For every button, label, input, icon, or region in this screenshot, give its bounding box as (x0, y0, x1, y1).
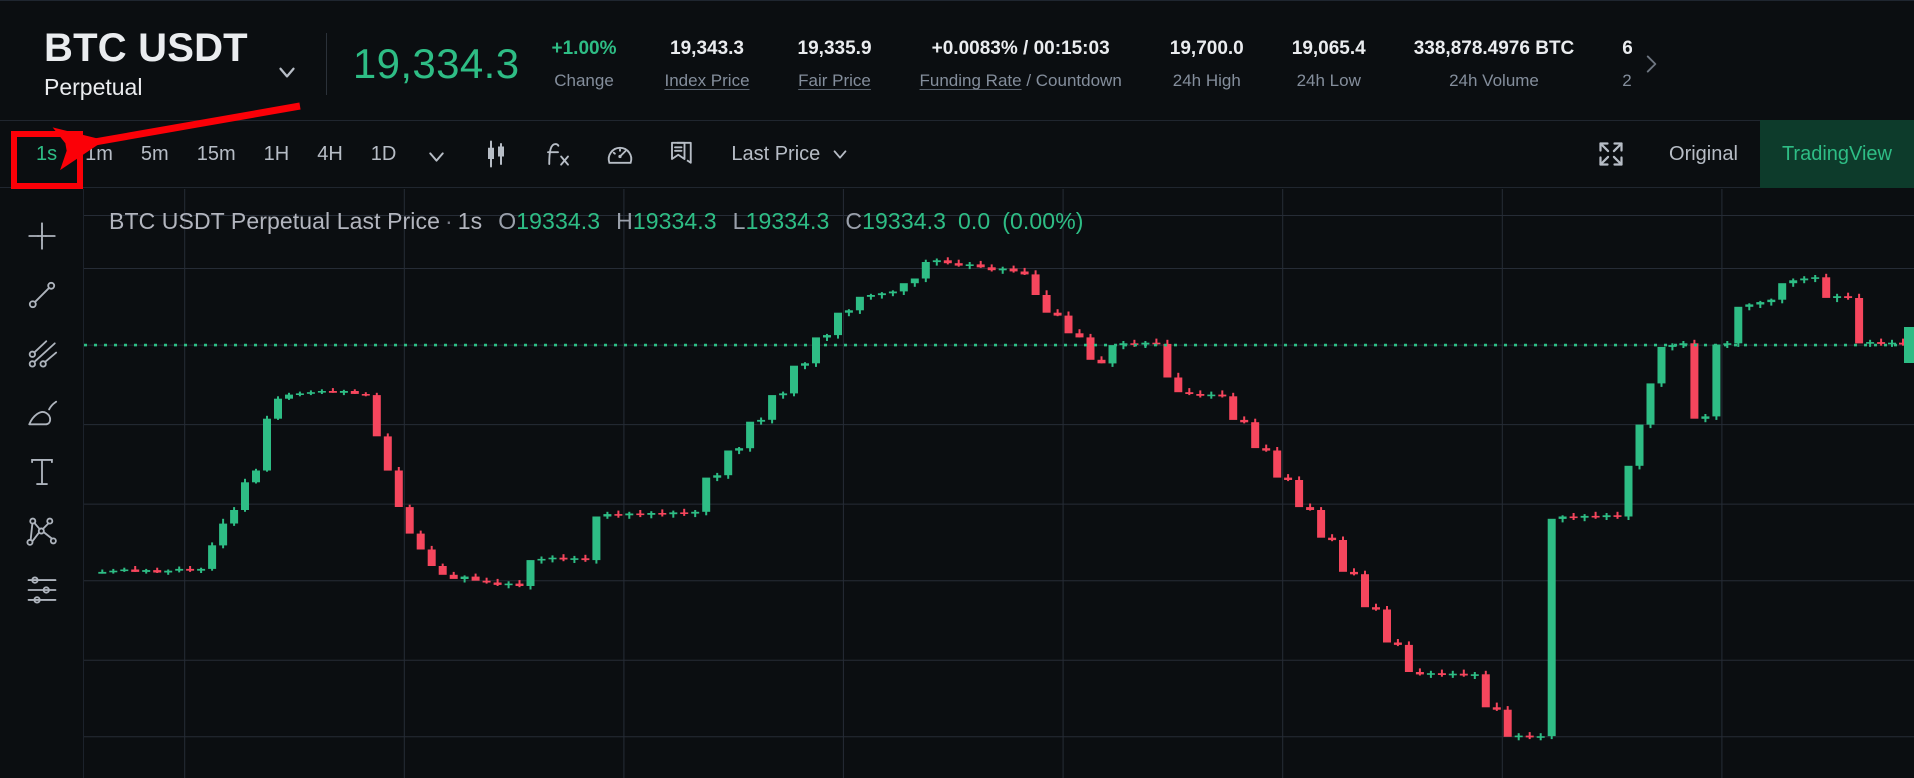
stat-24h-low: 19,065.4 24h Low (1268, 34, 1390, 95)
price-source-label: Last Price (731, 143, 820, 166)
drawing-toolbar (0, 189, 84, 778)
trend-line-tool-icon[interactable] (12, 266, 72, 324)
stat-label[interactable]: Fair Price (798, 67, 871, 94)
trading-chart-app: BTC USDT Perpetual 19,334.3 +1.00% Chang… (0, 0, 1914, 778)
stat-value: 338,878.4976 BTC (1414, 34, 1575, 63)
brush-tool-icon[interactable] (12, 384, 72, 442)
provider-tradingview-button[interactable]: TradingView (1760, 120, 1914, 188)
symbol-selector[interactable]: BTC USDT Perpetual (0, 8, 318, 120)
last-price: 19,334.3 (353, 40, 528, 88)
price-source-selector[interactable]: Last Price (713, 143, 863, 166)
stat-value: 19,343.3 (670, 34, 744, 63)
timeframe-list: 1s 1m 5m 15m 1H 4H 1D (0, 138, 410, 170)
layout-templates-icon[interactable] (651, 139, 713, 169)
symbol-texts: BTC USDT Perpetual (44, 26, 248, 102)
stat-fair-price: 19,335.9 Fair Price (774, 34, 896, 95)
toolbar-right-group: Original TradingView (1575, 121, 1914, 187)
timeframe-1s[interactable]: 1s (22, 138, 71, 170)
stat-value: 6 (1622, 34, 1632, 63)
chart-toolbar: 1s 1m 5m 15m 1H 4H 1D (0, 120, 1914, 188)
symbol-name: BTC USDT (44, 26, 248, 71)
crosshair-tool-icon[interactable] (12, 207, 72, 265)
countdown-label: / Countdown (1022, 71, 1122, 90)
gauge-icon[interactable] (589, 139, 651, 169)
stat-label: 24h Low (1297, 67, 1361, 94)
header-divider (326, 33, 327, 95)
stat-value: 19,700.0 (1170, 34, 1244, 63)
stat-label: 24h Volume (1449, 67, 1539, 94)
chevron-right-icon[interactable] (1632, 42, 1672, 92)
pattern-xabcd-tool-icon[interactable] (12, 502, 72, 560)
top-divider (0, 0, 1914, 8)
provider-original-button[interactable]: Original (1647, 120, 1760, 188)
stat-label: Funding Rate / Countdown (920, 67, 1122, 94)
timeframe-1m[interactable]: 1m (71, 138, 127, 170)
text-tool-icon[interactable] (12, 443, 72, 501)
stat-label: Change (554, 67, 614, 94)
stat-change: +1.00% Change (528, 34, 641, 95)
stat-label[interactable]: Index Price (665, 67, 750, 94)
stat-value: 19,335.9 (798, 34, 872, 63)
chevron-down-icon[interactable] (410, 140, 465, 169)
timeframe-1d[interactable]: 1D (357, 138, 411, 170)
market-stats: +1.00% Change 19,343.3 Index Price 19,33… (528, 8, 1673, 120)
indicators-fx-icon[interactable] (527, 139, 589, 169)
stat-clipped-next: 6 2 (1598, 34, 1632, 95)
timeframe-1h[interactable]: 1H (250, 138, 304, 170)
timeframe-4h[interactable]: 4H (303, 138, 357, 170)
stat-value: +1.00% (552, 34, 617, 63)
contract-type: Perpetual (44, 73, 248, 102)
price-chart[interactable]: BTC USDT Perpetual Last Price·1sO19334.3… (84, 189, 1914, 778)
candlestick-chart-type-icon[interactable] (465, 139, 527, 169)
stat-value: +0.0083% / 00:15:03 (932, 34, 1110, 63)
stat-24h-high: 19,700.0 24h High (1146, 34, 1268, 95)
funding-rate-label[interactable]: Funding Rate (920, 71, 1022, 90)
stat-index-price: 19,343.3 Index Price (641, 34, 774, 95)
current-price-tag (1904, 327, 1914, 363)
stat-funding-rate-countdown: +0.0083% / 00:15:03 Funding Rate / Count… (896, 34, 1146, 95)
chevron-down-icon (829, 143, 851, 165)
fib-channel-tool-icon[interactable] (12, 325, 72, 383)
stat-label: 2 (1622, 67, 1631, 94)
timeframe-15m[interactable]: 15m (183, 138, 250, 170)
market-header: BTC USDT Perpetual 19,334.3 +1.00% Chang… (0, 8, 1914, 120)
stat-value: 19,065.4 (1292, 34, 1366, 63)
chevron-down-icon[interactable] (274, 59, 300, 85)
fullscreen-expand-icon[interactable] (1575, 140, 1647, 168)
timeframe-5m[interactable]: 5m (127, 138, 183, 170)
stat-label: 24h High (1173, 67, 1241, 94)
measure-tool-icon[interactable] (12, 561, 72, 619)
candlestick-canvas[interactable] (84, 189, 1914, 778)
stat-24h-volume: 338,878.4976 BTC 24h Volume (1390, 34, 1599, 95)
